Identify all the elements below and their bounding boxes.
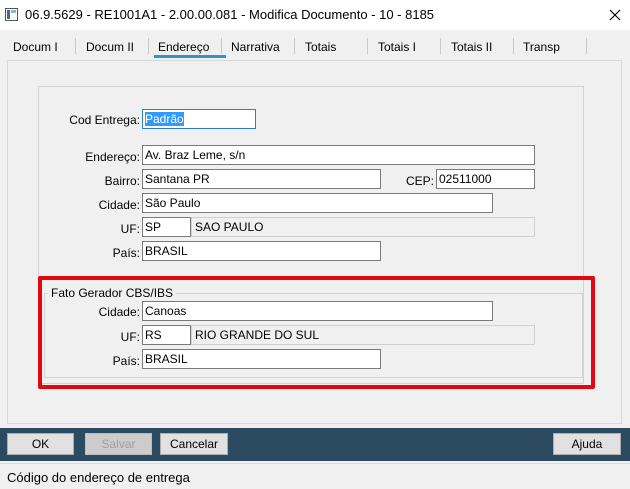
title-bar: 06.9.5629 - RE1001A1 - 2.00.00.081 - Mod… — [0, 0, 630, 30]
tab-docum-ii[interactable]: Docum II — [86, 40, 134, 56]
status-text: Código do endereço de entrega — [7, 470, 190, 485]
ok-button[interactable]: OK — [7, 433, 74, 455]
tab-bar: Docum I Docum II Endereço Narrativa Tota… — [0, 30, 630, 62]
cep-label: CEP: — [405, 174, 434, 188]
cancelar-button[interactable]: Cancelar — [160, 433, 228, 455]
cidade-input[interactable]: São Paulo — [142, 193, 493, 213]
cidade-label: Cidade: — [98, 198, 140, 212]
bairro-input[interactable]: Santana PR — [142, 169, 381, 189]
bairro-label: Bairro: — [104, 174, 140, 188]
tab-narrativa[interactable]: Narrativa — [231, 40, 280, 56]
ajuda-button[interactable]: Ajuda — [553, 433, 621, 455]
uf-description: SAO PAULO — [191, 217, 535, 237]
tab-transp[interactable]: Transp — [523, 40, 560, 56]
tab-docum-i[interactable]: Docum I — [13, 40, 58, 56]
endereco-label: Endereço: — [85, 150, 140, 164]
app-icon — [5, 8, 18, 21]
pais-input[interactable]: BRASIL — [142, 241, 381, 261]
tab-separator — [294, 38, 295, 54]
tab-endereco[interactable]: Endereço — [158, 40, 209, 56]
highlight-annotation — [38, 276, 595, 389]
uf-label: UF: — [120, 222, 140, 236]
close-icon — [609, 9, 621, 21]
pais-label: País: — [112, 246, 140, 260]
modifica-documento-window: 06.9.5629 - RE1001A1 - 2.00.00.081 - Mod… — [0, 0, 630, 489]
cep-input[interactable]: 02511000 — [436, 169, 535, 189]
status-bar: Código do endereço de entrega — [0, 463, 630, 489]
tab-totais-i[interactable]: Totais I — [378, 40, 416, 56]
tab-separator — [148, 38, 149, 54]
cod-entrega-label: Cod Entrega: — [69, 113, 140, 127]
tab-separator — [221, 38, 222, 54]
window-title: 06.9.5629 - RE1001A1 - 2.00.00.081 - Mod… — [25, 7, 435, 22]
endereco-input[interactable]: Av. Braz Leme, s/n — [142, 145, 535, 165]
tab-separator — [513, 38, 514, 54]
tab-separator — [75, 38, 76, 54]
tab-separator — [367, 38, 368, 54]
active-tab-indicator — [154, 55, 226, 58]
salvar-button[interactable]: Salvar — [85, 433, 152, 455]
close-button[interactable] — [600, 0, 630, 30]
tab-totais[interactable]: Totais — [305, 40, 336, 56]
tab-totais-ii[interactable]: Totais II — [451, 40, 492, 56]
uf-input[interactable]: SP — [142, 217, 191, 237]
cod-entrega-input[interactable]: Padrão — [142, 109, 256, 129]
tab-separator — [586, 38, 587, 54]
tab-separator — [440, 38, 441, 54]
